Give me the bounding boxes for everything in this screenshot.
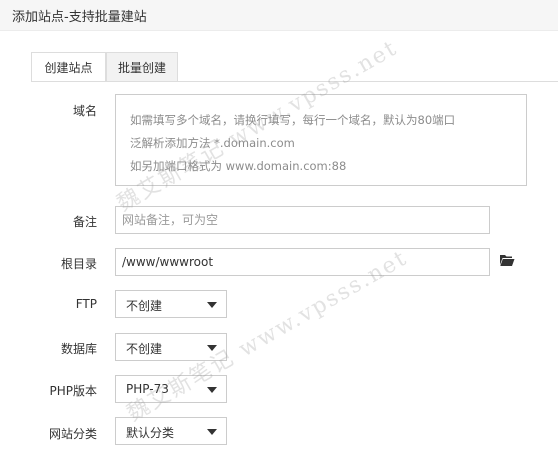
tab-create-site[interactable]: 创建站点 (31, 52, 106, 82)
chevron-down-icon (207, 387, 217, 393)
database-select-value: 不创建 (126, 342, 163, 356)
domain-label: 域名 (72, 104, 97, 118)
chevron-down-icon (207, 429, 217, 435)
ftp-select[interactable]: 不创建 (115, 290, 227, 318)
root-dir-input[interactable]: /www/wwwroot (115, 248, 490, 276)
dialog-title: 添加站点-支持批量建站 (12, 10, 147, 25)
tab-divider (31, 81, 558, 82)
tab-batch-create[interactable]: 批量创建 (106, 52, 178, 82)
root-dir-label: 根目录 (60, 257, 97, 271)
dialog-titlebar: 添加站点-支持批量建站 (0, 0, 558, 31)
ftp-select-value: 不创建 (126, 299, 163, 313)
category-label: 网站分类 (48, 427, 97, 441)
ftp-label: FTP (75, 297, 97, 311)
remark-input[interactable]: 网站备注，可为空 (115, 206, 490, 234)
database-label: 数据库 (60, 342, 97, 356)
category-select-value: 默认分类 (126, 426, 175, 440)
php-version-label: PHP版本 (49, 384, 98, 398)
folder-open-icon[interactable] (499, 253, 515, 267)
remark-label: 备注 (72, 215, 97, 229)
chevron-down-icon (207, 302, 217, 308)
